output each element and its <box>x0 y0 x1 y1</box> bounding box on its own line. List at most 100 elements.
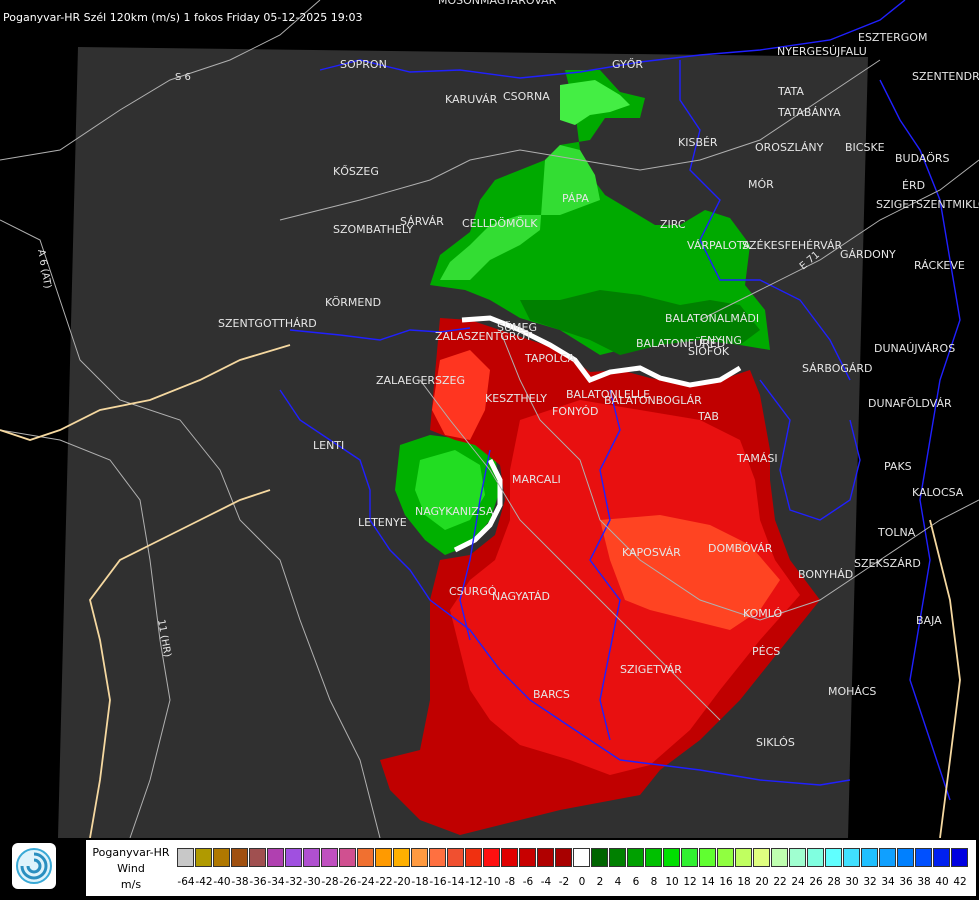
city-label: KÖRMEND <box>325 296 381 309</box>
legend-tick-label: 10 <box>665 876 679 888</box>
city-label: CSURGÓ <box>449 585 497 598</box>
legend-tick-label: 16 <box>719 876 733 888</box>
city-label: CELLDÖMÖLK <box>462 217 538 230</box>
legend-swatch <box>249 848 266 867</box>
city-label: LENTI <box>313 439 344 452</box>
legend-tick-label: -64 <box>177 876 195 888</box>
legend-tick-label: 32 <box>863 876 877 888</box>
legend-swatch <box>321 848 338 867</box>
legend-tick-label: 34 <box>881 876 895 888</box>
legend-ticks: -64 -42 -40 -38 -36 -34 -32 -30 -28 -26 -24 -22 -20-… <box>177 876 969 888</box>
legend-swatch <box>429 848 446 867</box>
legend-tick-label: 20 <box>755 876 769 888</box>
legend-quantity: Wind <box>117 862 145 875</box>
legend-swatch <box>483 848 500 867</box>
legend-swatch <box>879 848 896 867</box>
city-label: OROSZLÁNY <box>755 141 824 154</box>
legend-tick-label: 14 <box>701 876 715 888</box>
legend-tick-label: -14 <box>447 876 465 888</box>
city-label: TATA <box>777 85 804 98</box>
city-label: SIKLÓS <box>756 736 795 749</box>
city-label: KARUVÁR <box>445 93 498 106</box>
city-label: RÁCKEVE <box>914 259 965 272</box>
city-label: TATABÁNYA <box>777 106 841 119</box>
city-label: SOPRON <box>340 58 387 71</box>
city-label: ZALAEGERSZEG <box>376 374 465 387</box>
legend-swatch <box>393 848 410 867</box>
city-label: KŐSZEG <box>333 164 379 178</box>
city-label: TOLNA <box>877 526 916 539</box>
legend-swatch <box>861 848 878 867</box>
legend-swatch <box>357 848 374 867</box>
city-label: SZOMBATHELY <box>333 223 413 236</box>
city-label: SZÉKESFEHÉRVÁR <box>742 239 843 252</box>
city-label: SZIGETSZENTMIKLÓS <box>876 198 979 211</box>
legend-tick-label: -32 <box>285 876 303 888</box>
city-label: TAMÁSI <box>736 452 778 465</box>
legend-tick-label: 40 <box>935 876 949 888</box>
legend-swatch <box>177 848 194 867</box>
legend-swatch <box>411 848 428 867</box>
city-label: NAGYATÁD <box>492 590 550 603</box>
city-label: DOMBÓVÁR <box>708 542 773 555</box>
legend-tick-label: 22 <box>773 876 787 888</box>
legend-swatch <box>285 848 302 867</box>
city-label: SÁRBOGÁRD <box>802 362 873 375</box>
legend-swatch <box>537 848 554 867</box>
city-label: PÉCS <box>752 645 780 658</box>
city-label: SZEKSZÁRD <box>854 557 921 570</box>
city-label: PÁPA <box>562 192 589 205</box>
legend-swatch <box>465 848 482 867</box>
legend-tick-label: -18 <box>411 876 429 888</box>
legend-swatch <box>195 848 212 867</box>
city-label: TAPOLCA <box>524 352 575 365</box>
legend-tick-label: 26 <box>809 876 823 888</box>
city-label: MOHÁCS <box>828 685 876 698</box>
legend-swatch <box>681 848 698 867</box>
legend-swatch <box>555 848 572 867</box>
legend-tick-label: -20 <box>393 876 411 888</box>
city-label: TAB <box>697 410 719 423</box>
city-label: SZENTGOTTHÁRD <box>218 317 317 330</box>
road-label: S 6 <box>175 72 191 83</box>
city-label: LETENYE <box>358 516 407 529</box>
city-label: PAKS <box>884 460 912 473</box>
legend-swatch <box>501 848 518 867</box>
city-label: KAPOSVÁR <box>622 546 681 559</box>
legend-tick-label: -12 <box>465 876 483 888</box>
city-label: DUNAÚJVÁROS <box>874 342 955 355</box>
legend-tick-label: -28 <box>321 876 339 888</box>
legend-swatch <box>843 848 860 867</box>
legend-tick-label: 4 <box>614 876 622 888</box>
legend-swatch <box>591 848 608 867</box>
legend-swatch <box>645 848 662 867</box>
map-title: Poganyvar-HR Szél 120km (m/s) 1 fokos Fr… <box>3 11 363 24</box>
legend-swatch <box>519 848 536 867</box>
radar-viewer: MOSONMAGYARÓVÁR SOPRON GYŐR KARUVÁR CSORNA TA… <box>0 0 979 900</box>
legend-tick-label: 0 <box>578 876 586 888</box>
legend-swatch <box>717 848 734 867</box>
legend-swatch <box>231 848 248 867</box>
legend-swatch <box>447 848 464 867</box>
legend-swatch <box>627 848 644 867</box>
swirl-logo-icon <box>16 848 52 884</box>
legend-swatch <box>825 848 842 867</box>
city-label: BUDAÖRS <box>895 152 950 165</box>
legend-swatch <box>213 848 230 867</box>
city-label: NAGYKANIZSA <box>415 505 494 518</box>
city-label: KESZTHELY <box>485 392 547 405</box>
legend-tick-label: -2 <box>558 876 570 888</box>
legend-tick-label: -40 <box>213 876 231 888</box>
city-label: KOMLÓ <box>743 607 782 620</box>
legend-tick-label: 24 <box>791 876 805 888</box>
radar-map[interactable]: MOSONMAGYARÓVÁR SOPRON GYŐR KARUVÁR CSORNA TA… <box>0 0 979 838</box>
city-label: SZENTENDRE <box>912 70 979 83</box>
legend-swatch <box>303 848 320 867</box>
city-label: MOSONMAGYARÓVÁR <box>438 0 557 7</box>
city-label: ENYING <box>700 334 742 347</box>
legend-tick-label: -30 <box>303 876 321 888</box>
city-label: BICSKE <box>845 141 885 154</box>
legend-tick-label: -4 <box>540 876 552 888</box>
legend-tick-label: 2 <box>596 876 604 888</box>
legend-tick-label: -8 <box>504 876 516 888</box>
